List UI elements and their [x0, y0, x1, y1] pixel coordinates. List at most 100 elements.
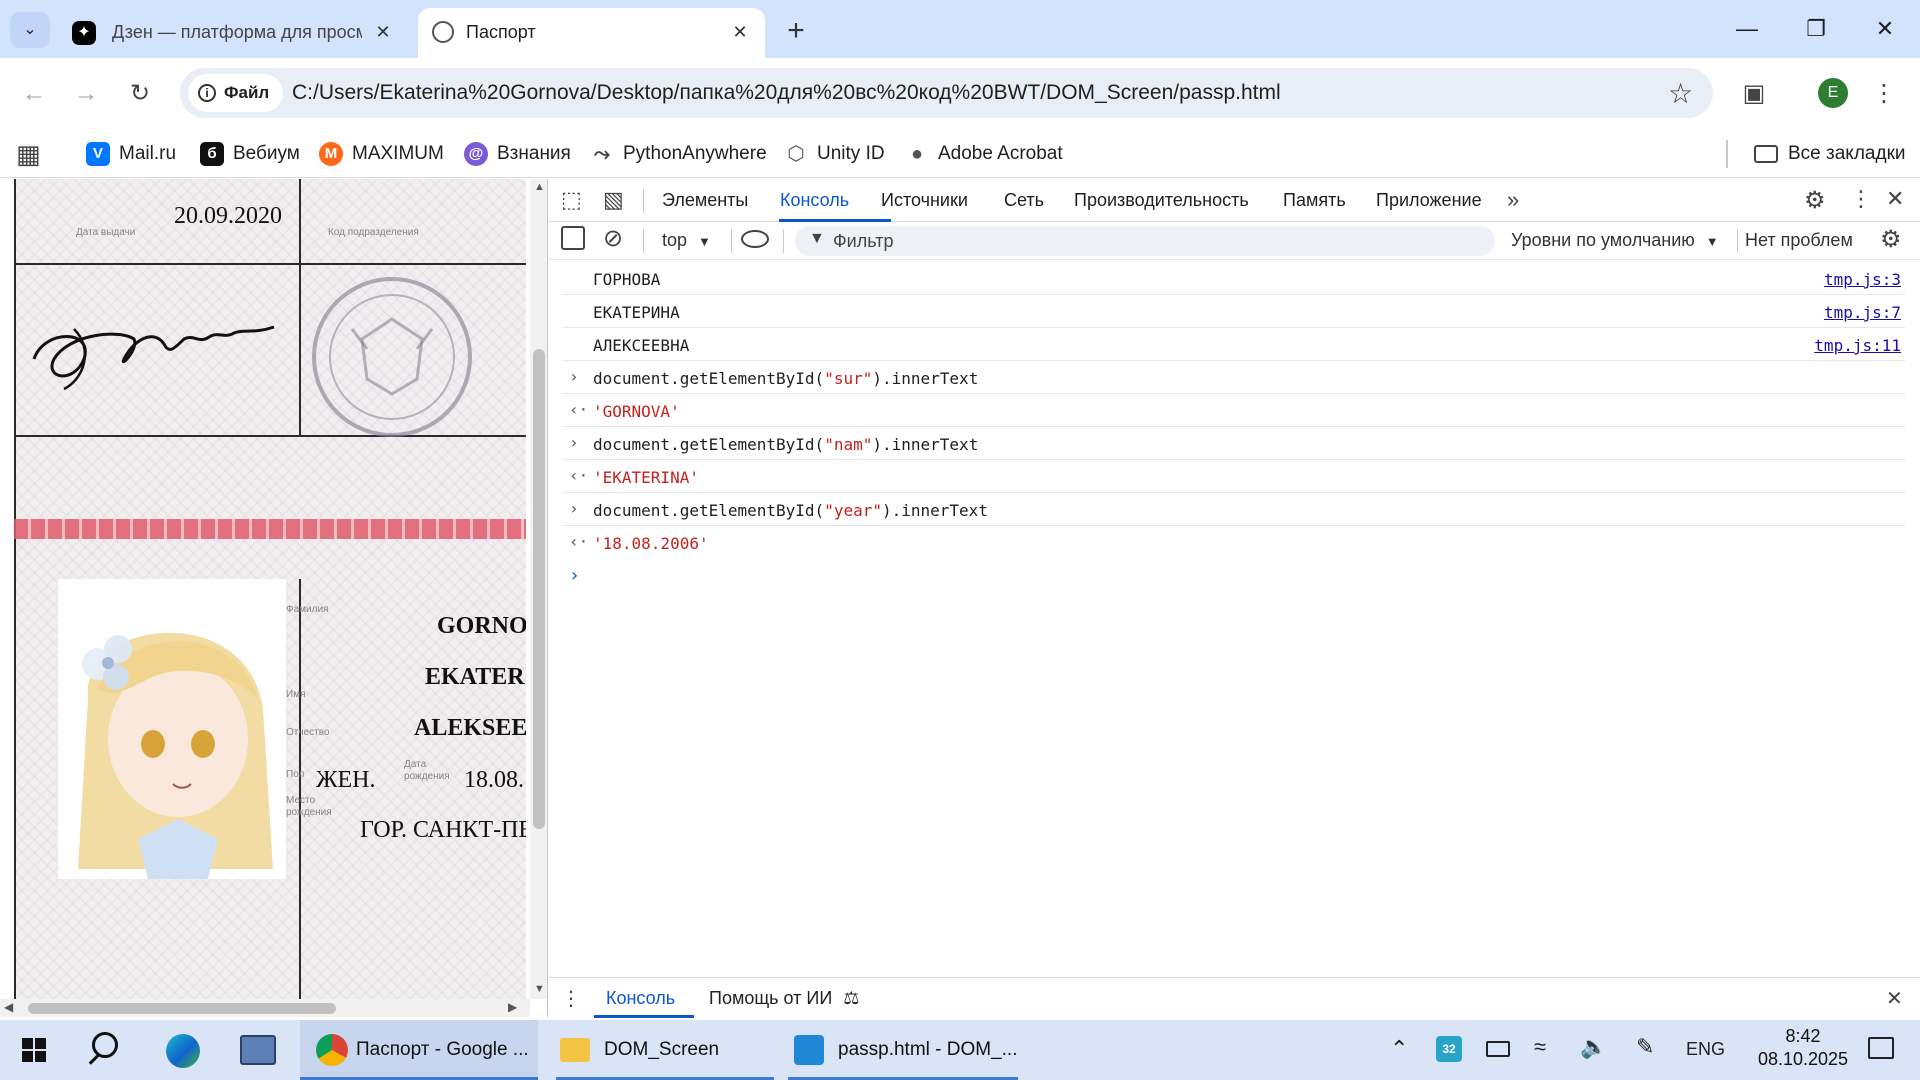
tab-dzen[interactable]: ✦ Дзен — платформа для просм ✕: [64, 8, 404, 58]
python-icon: ⤳: [594, 143, 610, 165]
bookmark-adobe-acrobat[interactable]: ● Adobe Acrobat: [905, 138, 1063, 170]
source-link[interactable]: tmp.js:7: [1824, 303, 1901, 322]
notifications-icon[interactable]: [1868, 1037, 1894, 1059]
close-tab-icon[interactable]: ✕: [370, 19, 396, 45]
filter-placeholder: Фильтр: [833, 231, 894, 251]
taskbar-app-chrome[interactable]: Паспорт - Google ...: [300, 1020, 538, 1080]
tab-console[interactable]: Консоль: [780, 190, 849, 211]
battery-icon[interactable]: [1486, 1041, 1510, 1057]
scroll-left-arrow-icon[interactable]: ◀: [4, 1000, 13, 1014]
menu-dots-icon[interactable]: ⋮: [1866, 76, 1902, 112]
address-bar[interactable]: i Файл C:/Users/Ekaterina%20Gornova/Desk…: [180, 68, 1713, 118]
back-icon[interactable]: ←: [16, 76, 52, 112]
issues-button[interactable]: Нет проблем: [1745, 230, 1853, 251]
chevron-right-icon: ›: [569, 499, 579, 518]
clock[interactable]: 8:42 08.10.2025: [1748, 1026, 1858, 1070]
volume-icon[interactable]: 🔈: [1580, 1034, 1607, 1060]
close-window-button[interactable]: ✕: [1862, 12, 1908, 46]
signature-image: [32, 325, 275, 391]
context-selector[interactable]: top ▼: [662, 230, 711, 251]
site-info-chip[interactable]: i Файл: [188, 74, 284, 112]
extensions-icon[interactable]: ▣: [1736, 76, 1772, 112]
dzen-favicon-icon: ✦: [72, 21, 96, 45]
owner-photo: [58, 579, 286, 879]
sidebar-toggle-icon[interactable]: [561, 226, 585, 250]
console-input-row[interactable]: › document.getElementById("sur").innerTe…: [563, 361, 1905, 394]
console-input-row[interactable]: › document.getElementById("year").innerT…: [563, 493, 1905, 526]
all-bookmarks-button[interactable]: Все закладки: [1754, 138, 1906, 170]
name-value: EKATER: [425, 664, 525, 690]
console-input-row[interactable]: › document.getElementById("nam").innerTe…: [563, 427, 1905, 460]
source-link[interactable]: tmp.js:11: [1814, 336, 1901, 355]
close-drawer-icon[interactable]: ✕: [1886, 986, 1903, 1011]
drawer-tab-console[interactable]: Консоль: [606, 988, 675, 1009]
close-tab-icon[interactable]: ✕: [727, 19, 753, 45]
apps-grid-icon[interactable]: ▦: [16, 138, 41, 170]
edge-browser-icon[interactable]: [166, 1034, 200, 1068]
globe-icon: ●: [910, 143, 924, 165]
inspect-element-icon[interactable]: ⬚: [561, 187, 582, 213]
tab-network[interactable]: Сеть: [1004, 190, 1044, 211]
bookmark-star-icon[interactable]: ☆: [1668, 77, 1693, 110]
close-devtools-icon[interactable]: ✕: [1886, 186, 1904, 212]
url-text[interactable]: C:/Users/Ekaterina%20Gornova/Desktop/пап…: [292, 81, 1281, 105]
tray-chevron-up-icon[interactable]: ⌃: [1390, 1036, 1408, 1062]
log-levels-dropdown[interactable]: Уровни по умолчанию ▼: [1511, 230, 1719, 251]
bookmark-mailru[interactable]: V Mail.ru: [86, 138, 176, 170]
bookmark-pythonanywhere[interactable]: ⤳ PythonAnywhere: [590, 138, 767, 170]
drawer-tab-ai-help[interactable]: Помощь от ИИ ⚖: [709, 988, 859, 1009]
issue-date: 20.09.2020: [174, 203, 282, 229]
drawer-menu-dots-icon[interactable]: ⋮: [561, 986, 581, 1011]
pen-icon[interactable]: ✎: [1636, 1034, 1654, 1060]
scroll-down-arrow-icon[interactable]: ▼: [534, 983, 545, 995]
minimize-button[interactable]: —: [1724, 12, 1770, 46]
tab-sources[interactable]: Источники: [881, 190, 968, 211]
taskbar-app-explorer[interactable]: DOM_Screen: [556, 1020, 774, 1080]
console-settings-gear-icon[interactable]: ⚙: [1880, 225, 1902, 254]
wifi-icon[interactable]: ≈: [1534, 1034, 1546, 1060]
settings-gear-icon[interactable]: ⚙: [1804, 186, 1826, 215]
surname-value: GORNO: [437, 613, 526, 639]
console-filter-input[interactable]: ▼ Фильтр: [795, 226, 1495, 256]
taskbar-app-vscode[interactable]: passp.html - DOM_...: [788, 1020, 1018, 1080]
horizontal-scroll-thumb[interactable]: [28, 1003, 336, 1014]
bookmark-maximum[interactable]: M MAXIMUM: [319, 138, 444, 170]
profile-avatar[interactable]: E: [1818, 78, 1848, 108]
tab-passport[interactable]: Паспорт ✕: [418, 8, 765, 58]
bookmark-unity-id[interactable]: ⬡ Unity ID: [784, 138, 884, 170]
vertical-scroll-thumb[interactable]: [533, 349, 545, 829]
start-windows-icon[interactable]: [22, 1038, 46, 1062]
chevron-right-icon: ›: [569, 433, 579, 452]
devtools-menu-dots-icon[interactable]: ⋮: [1850, 186, 1872, 212]
tab-performance[interactable]: Производительность: [1074, 190, 1249, 211]
new-tab-button[interactable]: +: [778, 14, 814, 50]
language-indicator[interactable]: ENG: [1686, 1039, 1725, 1060]
reload-icon[interactable]: ↻: [122, 76, 158, 112]
restore-button[interactable]: ❐: [1793, 12, 1839, 46]
tab-elements[interactable]: Элементы: [662, 190, 748, 211]
command-text: document.getElementById("sur").innerText: [593, 369, 979, 388]
tab-search-button[interactable]: ⌄: [10, 12, 50, 48]
source-link[interactable]: tmp.js:3: [1824, 270, 1901, 289]
live-expression-eye-icon[interactable]: [741, 230, 769, 248]
console-result-row: ‹· 'GORNOVA': [563, 394, 1905, 427]
bookmarks-bar: ▦ V Mail.ru б Вебиум M MAXIMUM @ Взнания ⤳ Py…: [0, 130, 1920, 178]
scroll-right-arrow-icon[interactable]: ▶: [508, 1000, 517, 1014]
sex-label: Пол: [286, 769, 305, 780]
division-code-label: Код подразделения: [328, 227, 419, 238]
forward-icon[interactable]: →: [68, 76, 104, 112]
tab-title: Паспорт: [466, 22, 536, 42]
monitor-app-icon[interactable]: [240, 1035, 276, 1065]
tab-application[interactable]: Приложение: [1376, 190, 1482, 211]
more-tabs-icon[interactable]: »: [1507, 187, 1519, 213]
vertical-scrollbar[interactable]: ▲ ▼: [530, 179, 547, 999]
tab-memory[interactable]: Память: [1283, 190, 1346, 211]
device-toolbar-icon[interactable]: ▧: [603, 187, 624, 213]
console-prompt[interactable]: ›: [563, 559, 1905, 593]
scroll-up-arrow-icon[interactable]: ▲: [534, 181, 545, 193]
bookmark-vznaniya[interactable]: @ Взнания: [464, 138, 571, 170]
horizontal-scrollbar[interactable]: ◀ ▶: [0, 999, 530, 1017]
bookmark-vebium[interactable]: б Вебиум: [200, 138, 300, 170]
tray-badge[interactable]: 32: [1436, 1036, 1462, 1062]
clear-console-icon[interactable]: ⊘: [603, 224, 623, 253]
